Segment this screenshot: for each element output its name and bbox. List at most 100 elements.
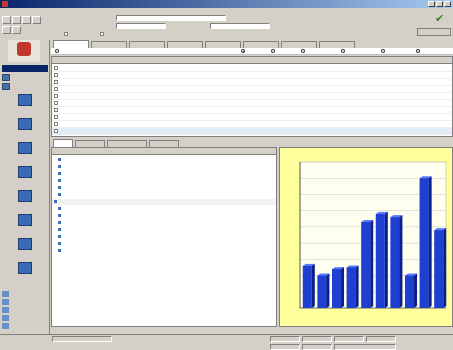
radio-option[interactable] [381,49,385,53]
sidebar-nav-item[interactable] [10,94,40,116]
status-field [52,336,112,342]
tab[interactable] [53,139,73,147]
checkmark-icon[interactable]: ✔ [435,13,447,24]
sidebar-bottom-item[interactable] [2,314,48,321]
expand-icon[interactable] [54,80,58,84]
bar [404,275,415,308]
logo [8,40,40,62]
bar-side [311,263,315,308]
save-icon[interactable] [12,16,21,24]
close-button[interactable] [444,1,451,7]
sidebar-item[interactable] [2,73,48,81]
property-row[interactable] [52,157,276,163]
bullet-icon [58,179,61,182]
sidebar-bottom-item[interactable] [2,290,48,297]
tab[interactable] [53,40,89,48]
table-row[interactable] [52,107,452,114]
expand-icon[interactable] [54,101,58,105]
tab[interactable] [319,41,355,48]
sidebar-nav-item[interactable] [10,190,40,212]
bar-side [326,273,330,308]
refresh-icon[interactable] [32,16,41,24]
maximize-button[interactable] [436,1,443,7]
property-row[interactable] [52,213,276,219]
print-icon[interactable] [22,16,31,24]
radio-option[interactable] [271,49,275,53]
sidebar-nav-item[interactable] [10,118,40,140]
property-row[interactable] [52,185,276,191]
list-icon [2,82,10,90]
property-row[interactable] [52,164,276,170]
sidebar-nav-item[interactable] [10,214,40,236]
property-row[interactable] [52,241,276,247]
tab[interactable] [281,41,317,48]
folder-icon [2,314,9,321]
table-row[interactable] [52,114,452,121]
folder-icon[interactable] [2,16,11,24]
filter-checkbox[interactable] [100,32,104,36]
expand-icon[interactable] [54,129,58,133]
filter-input[interactable] [210,23,270,29]
radio-option[interactable] [55,49,59,53]
property-row[interactable] [52,220,276,226]
property-row[interactable] [52,234,276,240]
tab[interactable] [75,140,105,147]
total-row[interactable] [52,128,452,135]
expand-icon[interactable] [54,94,58,98]
sidebar-nav-item[interactable] [10,166,40,188]
bullet-icon [58,249,61,252]
sidebar-nav-item[interactable] [10,238,40,260]
sidebar-bottom-item[interactable] [2,298,48,305]
table-row[interactable] [52,72,452,79]
tab[interactable] [243,41,279,48]
table-row[interactable] [52,121,452,128]
table-row[interactable] [52,100,452,107]
property-row[interactable] [52,192,276,198]
filter-icon[interactable] [2,26,11,34]
apply-button[interactable] [417,28,451,36]
property-row[interactable] [52,199,276,205]
expand-icon[interactable] [54,108,58,112]
table-row[interactable] [52,65,452,72]
sidebar-item[interactable] [2,82,48,90]
title-bar [0,0,453,8]
table-row[interactable] [52,79,452,86]
expand-icon[interactable] [54,122,58,126]
export-icon[interactable] [12,26,21,34]
folder-icon [2,73,10,81]
filter-input[interactable] [116,23,166,29]
filter-panel [60,14,410,40]
bullet-icon [58,242,61,245]
radio-option[interactable] [301,49,305,53]
sidebar-bottom-item[interactable] [2,306,48,313]
sidebar-nav-item[interactable] [10,142,40,164]
tab[interactable] [149,140,179,147]
expand-icon[interactable] [54,73,58,77]
radio-option[interactable] [341,49,345,53]
radio-option[interactable] [241,49,245,53]
tab[interactable] [205,41,241,48]
property-row[interactable] [52,171,276,177]
property-row[interactable] [52,178,276,184]
status-field [302,344,332,350]
tab[interactable] [91,41,127,48]
expand-icon[interactable] [54,87,58,91]
tab[interactable] [107,140,147,147]
property-row[interactable] [52,206,276,212]
table-row[interactable] [52,86,452,93]
property-row[interactable] [52,248,276,254]
sidebar-nav-item[interactable] [10,262,40,284]
data-table [51,56,453,137]
tab[interactable] [167,41,203,48]
radio-option[interactable] [416,49,420,53]
filter-input[interactable] [116,15,226,21]
minimize-button[interactable] [428,1,435,7]
table-row[interactable] [52,93,452,100]
chart-panel [279,147,453,327]
expand-icon[interactable] [54,115,58,119]
filter-checkbox[interactable] [64,32,68,36]
sidebar-bottom-item[interactable] [2,322,48,329]
property-row[interactable] [52,227,276,233]
expand-icon[interactable] [54,66,58,70]
tab[interactable] [129,41,165,48]
